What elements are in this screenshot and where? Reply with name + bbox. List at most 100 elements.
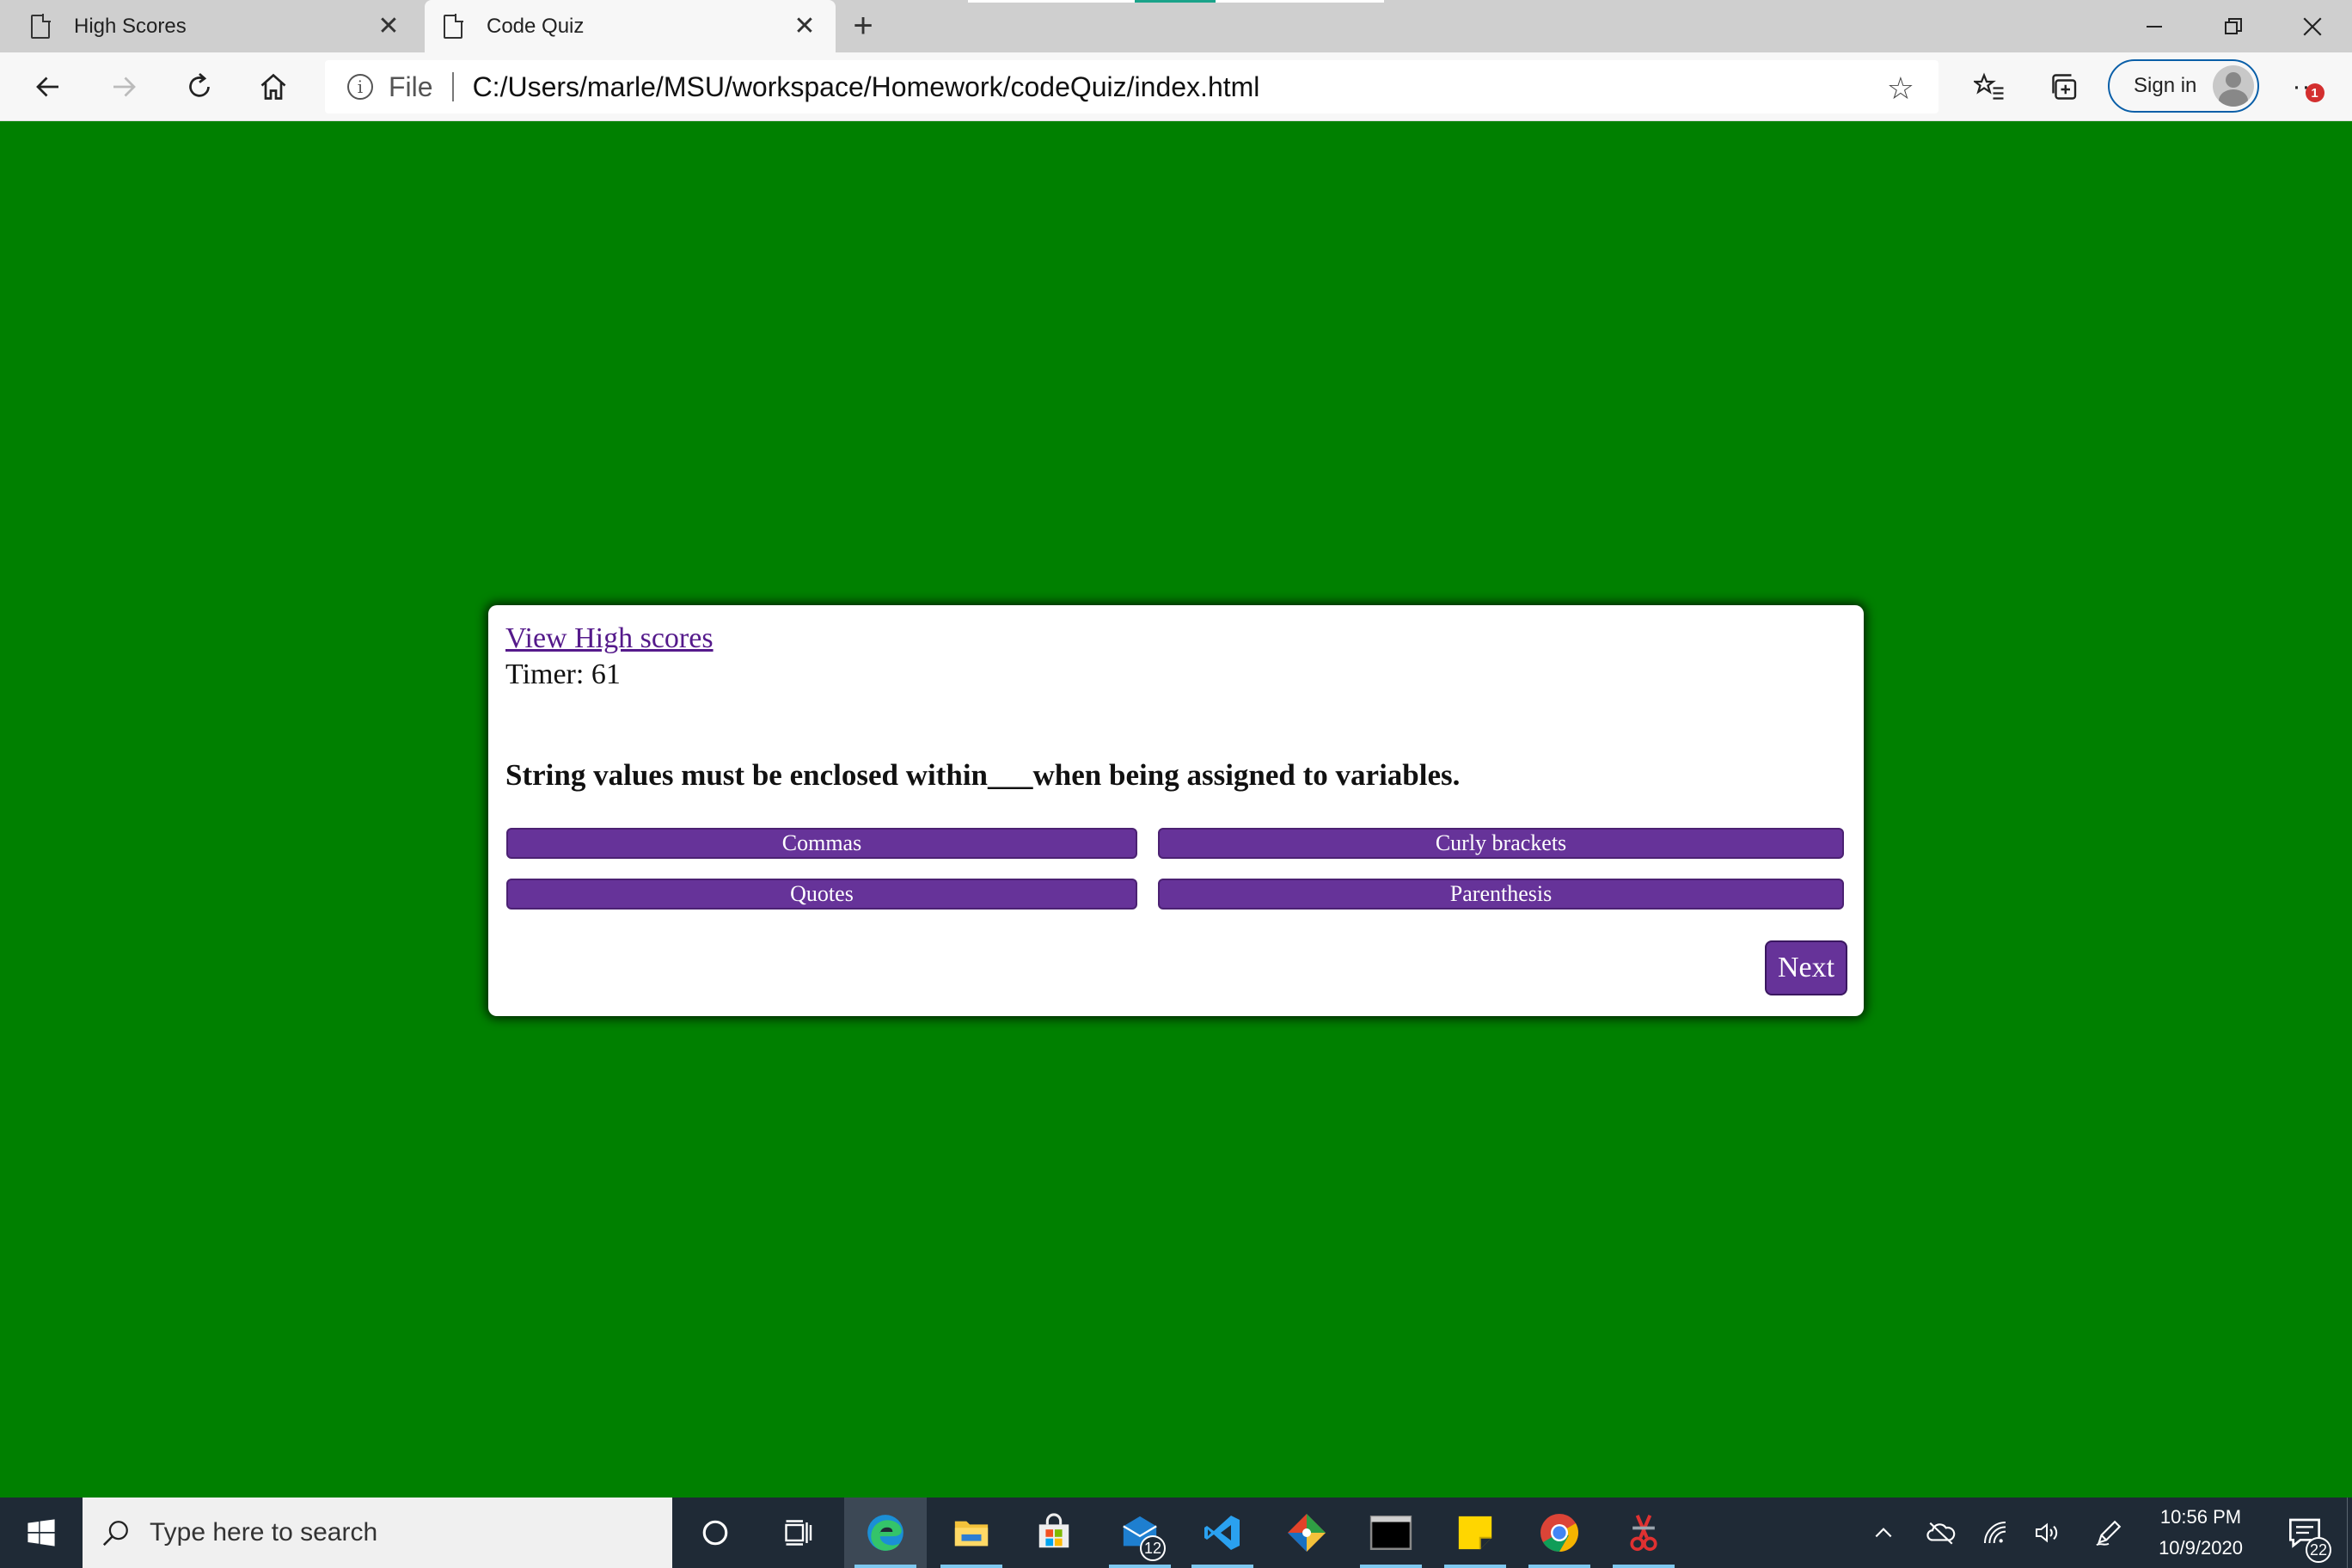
pen-workspace-button[interactable] bbox=[2087, 1498, 2130, 1568]
open-indicator bbox=[1444, 1565, 1506, 1568]
clock-time: 10:56 PM bbox=[2159, 1506, 2242, 1528]
notification-count-badge: 22 bbox=[2306, 1537, 2331, 1563]
task-view-button[interactable] bbox=[756, 1498, 839, 1568]
address-bar[interactable]: i File C:/Users/marle/MSU/workspace/Home… bbox=[325, 60, 1939, 113]
show-hidden-icons-button[interactable] bbox=[1864, 1498, 1903, 1568]
sign-in-button[interactable]: Sign in bbox=[2108, 59, 2259, 113]
sticky-notes-icon bbox=[1458, 1516, 1492, 1550]
taskbar: Type here to search 12 10:56 PM 10/9/202… bbox=[0, 1498, 2352, 1568]
wifi-icon bbox=[1984, 1522, 2006, 1544]
open-indicator bbox=[940, 1565, 1002, 1568]
action-center-button[interactable]: 22 bbox=[2275, 1498, 2335, 1568]
quiz-card: View High scores Timer: 61 String values… bbox=[488, 605, 1864, 1016]
favorite-star-icon[interactable]: ☆ bbox=[1887, 70, 1914, 107]
vscode-button[interactable] bbox=[1181, 1498, 1264, 1568]
timer-text: Timer: 61 bbox=[505, 658, 621, 690]
start-button[interactable] bbox=[0, 1498, 83, 1568]
clock-date: 10/9/2020 bbox=[2159, 1537, 2243, 1559]
tab-code-quiz[interactable]: Code Quiz ✕ bbox=[425, 0, 836, 52]
chrome-icon bbox=[1540, 1514, 1578, 1552]
tab-title: Code Quiz bbox=[487, 14, 585, 38]
restore-button[interactable] bbox=[2194, 0, 2273, 52]
mail-button[interactable]: 12 bbox=[1099, 1498, 1181, 1568]
forward-arrow-icon bbox=[113, 77, 136, 97]
tab-strip-accent bbox=[1135, 0, 1216, 3]
protocol-label: File bbox=[389, 70, 433, 102]
windows-logo-icon bbox=[28, 1519, 55, 1547]
close-tab-icon[interactable]: ✕ bbox=[371, 9, 406, 44]
network-tray-button[interactable] bbox=[1974, 1498, 2017, 1568]
view-high-scores-link[interactable]: View High scores bbox=[505, 622, 714, 655]
update-badge: 1 bbox=[2306, 83, 2324, 102]
store-icon bbox=[1038, 1513, 1069, 1548]
taskbar-clock[interactable]: 10:56 PM 10/9/2020 bbox=[2141, 1498, 2261, 1568]
info-icon[interactable]: i bbox=[347, 74, 373, 100]
mail-count-badge: 12 bbox=[1140, 1535, 1166, 1561]
file-explorer-button[interactable] bbox=[930, 1498, 1013, 1568]
chevron-up-icon bbox=[1875, 1528, 1892, 1538]
store-button[interactable] bbox=[1013, 1498, 1095, 1568]
terminal-icon bbox=[1369, 1516, 1412, 1550]
settings-more-button[interactable]: ··· 1 bbox=[2283, 64, 2330, 109]
back-arrow-icon bbox=[36, 77, 58, 97]
minimize-icon bbox=[2147, 25, 2162, 28]
answer-button-parenthesis[interactable]: Parenthesis bbox=[1158, 879, 1844, 910]
close-tab-icon[interactable]: ✕ bbox=[787, 9, 822, 44]
answer-button-curly-brackets[interactable]: Curly brackets bbox=[1158, 828, 1844, 859]
back-button[interactable] bbox=[26, 64, 70, 109]
minimize-button[interactable] bbox=[2115, 0, 2194, 52]
collections-icon bbox=[2052, 74, 2077, 100]
edge-taskbar-button[interactable] bbox=[844, 1498, 927, 1568]
snipping-tool-icon bbox=[1630, 1515, 1657, 1552]
favorites-button[interactable] bbox=[1967, 64, 2012, 109]
home-icon bbox=[260, 73, 286, 100]
speaker-icon bbox=[2036, 1522, 2058, 1543]
new-tab-button[interactable]: + bbox=[844, 7, 882, 45]
chrome-button[interactable] bbox=[1518, 1498, 1601, 1568]
git-button[interactable] bbox=[1265, 1498, 1348, 1568]
volume-tray-button[interactable] bbox=[2025, 1498, 2068, 1568]
cortana-button[interactable] bbox=[674, 1498, 756, 1568]
sign-in-label: Sign in bbox=[2134, 74, 2197, 97]
answer-button-quotes[interactable]: Quotes bbox=[506, 879, 1137, 910]
open-indicator bbox=[1360, 1565, 1422, 1568]
window-controls bbox=[2115, 0, 2352, 52]
page-icon bbox=[444, 13, 463, 39]
git-icon bbox=[1288, 1514, 1326, 1552]
tab-high-scores[interactable]: High Scores ✕ bbox=[0, 0, 420, 52]
onedrive-tray-button[interactable] bbox=[1917, 1498, 1965, 1568]
refresh-button[interactable] bbox=[177, 64, 222, 109]
open-indicator bbox=[1109, 1565, 1171, 1568]
sticky-notes-button[interactable] bbox=[1434, 1498, 1516, 1568]
restore-icon bbox=[2225, 17, 2242, 34]
forward-button[interactable] bbox=[101, 64, 146, 109]
taskbar-search-box[interactable]: Type here to search bbox=[83, 1498, 672, 1568]
active-indicator bbox=[854, 1565, 916, 1568]
pen-icon bbox=[2096, 1520, 2122, 1547]
file-explorer-icon bbox=[954, 1521, 989, 1547]
open-indicator bbox=[1528, 1565, 1590, 1568]
terminal-button[interactable] bbox=[1350, 1498, 1432, 1568]
tab-title: High Scores bbox=[74, 14, 187, 38]
tab-strip: High Scores ✕ Code Quiz ✕ + bbox=[0, 0, 2352, 52]
cortana-icon bbox=[702, 1520, 728, 1546]
close-window-button[interactable] bbox=[2273, 0, 2352, 52]
snipping-tool-button[interactable] bbox=[1602, 1498, 1685, 1568]
close-icon bbox=[2303, 16, 2322, 36]
search-placeholder: Type here to search bbox=[150, 1518, 378, 1547]
vscode-icon bbox=[1204, 1516, 1240, 1550]
refresh-icon bbox=[189, 72, 210, 97]
page-icon bbox=[31, 13, 51, 39]
collections-button[interactable] bbox=[2043, 64, 2087, 109]
next-button[interactable]: Next bbox=[1765, 940, 1847, 995]
answer-button-commas[interactable]: Commas bbox=[506, 828, 1137, 859]
home-button[interactable] bbox=[251, 64, 296, 109]
edge-icon bbox=[867, 1515, 903, 1551]
show-desktop-button[interactable] bbox=[2347, 1498, 2352, 1568]
onedrive-offline-icon bbox=[1926, 1522, 1956, 1545]
browser-toolbar: i File C:/Users/marle/MSU/workspace/Home… bbox=[0, 52, 2352, 121]
favorites-list-icon bbox=[1974, 72, 2004, 100]
url-text[interactable]: C:/Users/marle/MSU/workspace/Homework/co… bbox=[473, 71, 1260, 103]
open-indicator bbox=[1191, 1565, 1253, 1568]
avatar bbox=[2213, 65, 2254, 107]
